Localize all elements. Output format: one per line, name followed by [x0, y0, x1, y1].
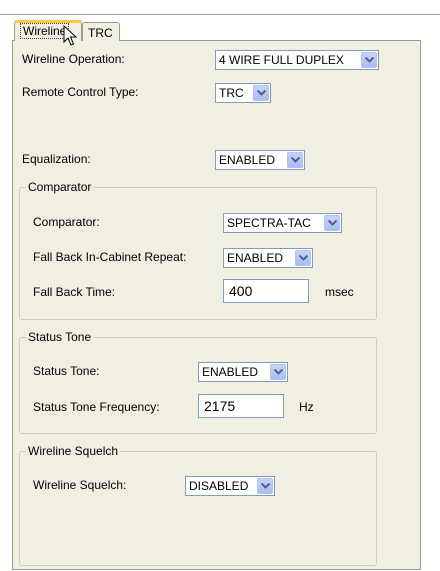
tab-panel: Wireline Operation: 4 WIRE FULL DUPLEX R…	[12, 40, 421, 570]
remote-control-type-label: Remote Control Type:	[22, 85, 139, 99]
comparator-select[interactable]: SPECTRA-TAC	[223, 213, 342, 233]
equalization-label: Equalization:	[22, 152, 91, 166]
fallback-repeat-label: Fall Back In-Cabinet Repeat:	[33, 250, 187, 264]
status-tone-value: ENABLED	[202, 365, 259, 379]
status-tone-frequency-input[interactable]: 2175	[198, 394, 284, 418]
equalization-select[interactable]: ENABLED	[215, 150, 305, 170]
chevron-down-icon[interactable]	[324, 215, 340, 231]
wireline-squelch-select[interactable]: DISABLED	[185, 476, 275, 496]
comparator-group-legend: Comparator	[26, 180, 94, 194]
mouse-pointer-icon	[63, 25, 77, 46]
tab-wireline-label: Wireline	[20, 23, 70, 39]
comparator-value: SPECTRA-TAC	[227, 216, 311, 230]
wireline-operation-label: Wireline Operation:	[22, 52, 125, 66]
chevron-down-icon[interactable]	[361, 52, 377, 68]
chevron-down-icon[interactable]	[270, 364, 286, 380]
status-tone-select[interactable]: ENABLED	[198, 362, 288, 382]
status-tone-label: Status Tone:	[33, 364, 100, 378]
status-tone-group: Status Tone Status Tone: ENABLED Status …	[19, 330, 377, 434]
fallback-time-unit: msec	[325, 285, 354, 299]
fallback-repeat-select[interactable]: ENABLED	[223, 248, 313, 268]
wireline-squelch-group-legend: Wireline Squelch	[26, 444, 121, 458]
status-tone-frequency-label: Status Tone Frequency:	[33, 400, 160, 414]
equalization-value: ENABLED	[219, 153, 276, 167]
chevron-down-icon[interactable]	[287, 152, 303, 168]
comparator-group: Comparator Comparator: SPECTRA-TAC Fall …	[19, 180, 377, 320]
wireline-squelch-group: Wireline Squelch Wireline Squelch: DISAB…	[19, 444, 377, 566]
comparator-label: Comparator:	[33, 215, 100, 229]
wireline-operation-select[interactable]: 4 WIRE FULL DUPLEX	[215, 50, 379, 70]
chevron-down-icon[interactable]	[253, 85, 269, 101]
fallback-time-label: Fall Back Time:	[33, 285, 116, 299]
window-top-edge	[0, 14, 440, 15]
tab-trc-label: TRC	[88, 26, 113, 40]
status-tone-group-legend: Status Tone	[26, 330, 94, 344]
tab-trc[interactable]: TRC	[82, 22, 120, 41]
remote-control-type-value: TRC	[219, 86, 244, 100]
status-tone-frequency-unit: Hz	[299, 400, 314, 414]
wireline-operation-value: 4 WIRE FULL DUPLEX	[219, 53, 344, 67]
chevron-down-icon[interactable]	[257, 478, 273, 494]
chevron-down-icon[interactable]	[295, 250, 311, 266]
fallback-time-input[interactable]: 400	[223, 279, 309, 303]
fallback-repeat-value: ENABLED	[227, 251, 284, 265]
remote-control-type-select[interactable]: TRC	[215, 83, 271, 103]
wireline-squelch-label: Wireline Squelch:	[33, 478, 127, 492]
wireline-squelch-value: DISABLED	[189, 479, 249, 493]
